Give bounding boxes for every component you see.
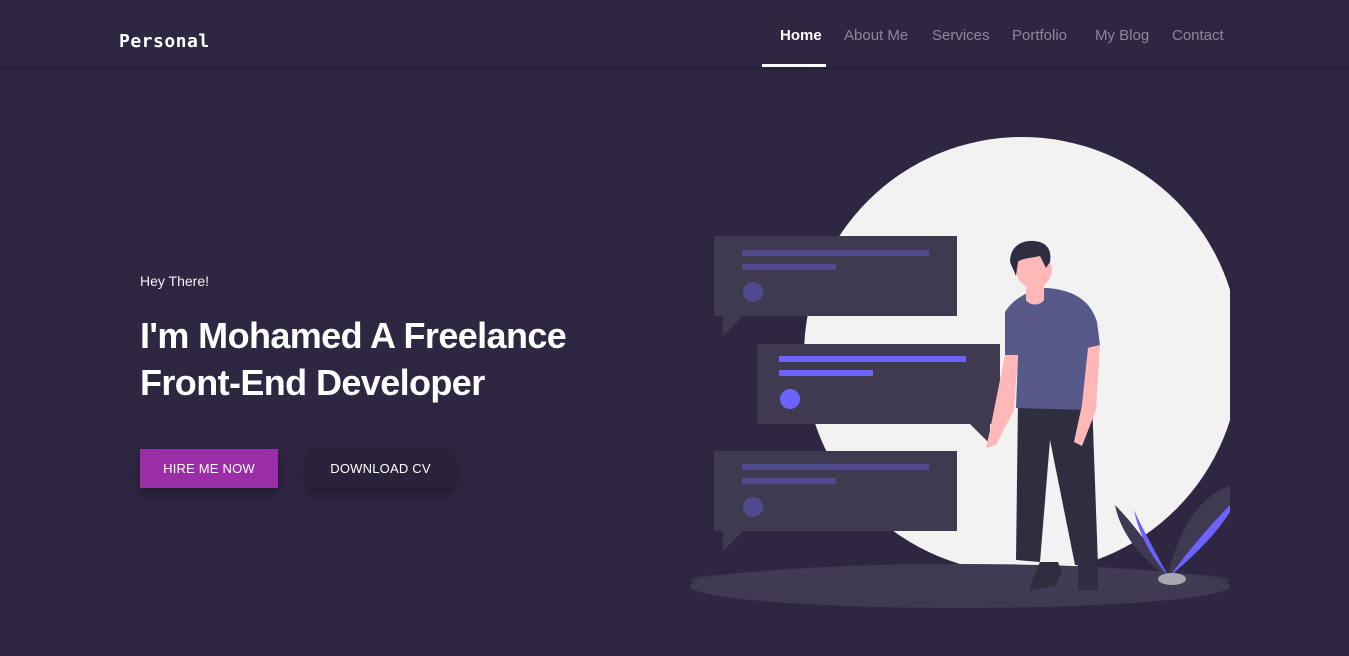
ground-shadow [690, 564, 1230, 608]
hero-illustration [690, 137, 1230, 608]
